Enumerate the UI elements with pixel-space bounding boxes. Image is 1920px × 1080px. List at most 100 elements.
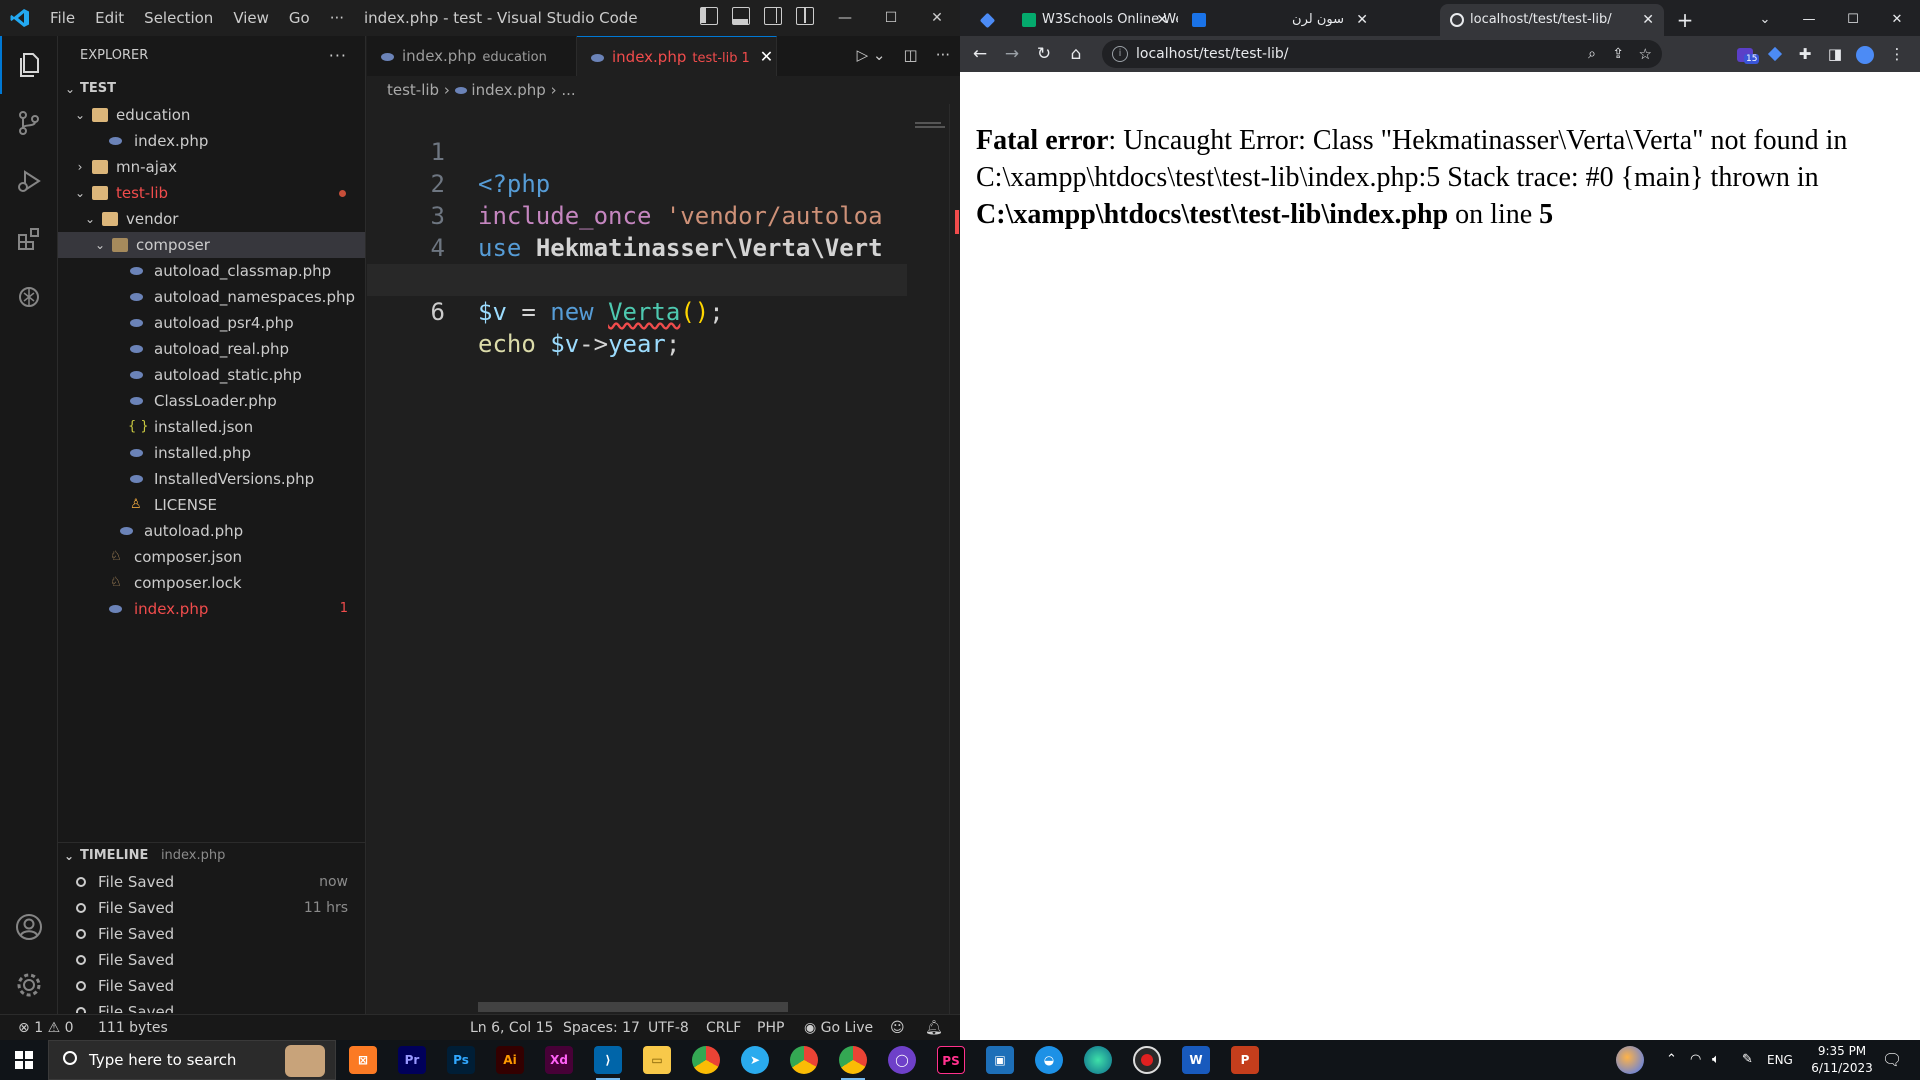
minimize-icon[interactable]: — [1794,4,1824,36]
close-tab-icon[interactable]: ✕ [1642,4,1654,36]
editor-more-icon[interactable]: ··· [936,46,950,64]
notification-center-icon[interactable]: 🗨︎ [1882,1040,1902,1080]
tree-file[interactable]: ♘ composer.lock [58,570,365,596]
chrome-menu-icon[interactable]: ⋮ [1882,36,1912,72]
tree-file-education-index[interactable]: index.php [58,128,365,154]
menu-view[interactable]: View [223,0,279,36]
pinned-tab[interactable] [968,4,1008,36]
tree-folder-mn-ajax[interactable]: › mn-ajax [58,154,365,180]
file-explorer-app-icon[interactable]: ▭ [643,1046,671,1074]
diamond-extension-icon[interactable] [1760,36,1790,72]
tree-file[interactable]: ♘ composer.json [58,544,365,570]
chrome-tab-localhost[interactable]: localhost/test/test-lib/ ✕ [1440,4,1664,36]
home-icon[interactable]: ⌂ [1060,36,1092,72]
xd-app-icon[interactable]: Xd [545,1046,573,1074]
language-mode[interactable]: PHP [757,1015,784,1040]
toggle-panel-icon[interactable] [732,7,750,25]
cursor-position[interactable]: Ln 6, Col 15 [470,1015,553,1040]
feedback-icon[interactable]: ☺ [890,1015,905,1040]
toggle-sidebar-icon[interactable] [700,7,718,25]
maximize-icon[interactable]: ☐ [1838,4,1868,36]
chatgpt-extension-icon[interactable] [0,268,58,326]
photoshop-app-icon[interactable]: Ps [447,1046,475,1074]
network-icon[interactable]: ◠ [1690,1040,1701,1080]
menu-file[interactable]: File [40,0,85,36]
volume-icon[interactable]: 🔈︎ [1712,1040,1720,1080]
menu-edit[interactable]: Edit [85,0,134,36]
forward-arrow-icon[interactable]: → [996,36,1028,72]
menu-more[interactable]: ··· [320,0,354,36]
phpstorm-app-icon[interactable]: PS [937,1046,965,1074]
tree-file[interactable]: InstalledVersions.php [58,466,365,492]
tree-file[interactable]: installed.php [58,440,365,466]
toggle-secondary-sidebar-icon[interactable] [764,7,782,25]
timeline-item[interactable]: File Saved [58,921,365,947]
minimize-icon[interactable]: — [822,0,868,36]
go-live-button[interactable]: ◉ Go Live [804,1015,873,1040]
close-tab-icon[interactable]: ✕ [760,47,773,66]
zoom-icon[interactable]: ⌕ [1588,40,1596,68]
tab-education-index[interactable]: index.php education [367,36,577,76]
illustrator-app-icon[interactable]: Ai [496,1046,524,1074]
close-window-icon[interactable]: ✕ [1882,4,1912,36]
weather-icon[interactable] [1616,1046,1644,1074]
breadcrumb-folder[interactable]: test-lib [387,81,439,99]
extensions-puzzle-icon[interactable]: ✚ [1790,36,1820,72]
pen-icon[interactable]: ✎ [1742,1040,1753,1080]
close-window-icon[interactable]: ✕ [914,0,960,36]
tree-file[interactable]: ♙ LICENSE [58,492,365,518]
tree-file[interactable]: autoload_static.php [58,362,365,388]
tree-file[interactable]: autoload_real.php [58,336,365,362]
split-editor-icon[interactable]: ◫ [904,46,918,64]
tree-file[interactable]: ClassLoader.php [58,388,365,414]
back-arrow-icon[interactable]: ← [964,36,996,72]
virtualbox-app-icon[interactable]: ▣ [986,1046,1014,1074]
timeline-item[interactable]: File Saved [58,947,365,973]
run-debug-icon[interactable] [0,152,58,210]
horizontal-scrollbar[interactable] [478,1002,788,1012]
profile-avatar[interactable] [1850,36,1880,72]
powerpoint-app-icon[interactable]: P [1231,1046,1259,1074]
chrome-app-icon[interactable] [692,1046,720,1074]
taskbar-search[interactable]: Type here to search [48,1040,336,1080]
explorer-more-icon[interactable]: ··· [329,36,347,76]
minimap[interactable] [907,104,960,1014]
code-editor[interactable]: 1 <?php 2 include_once 'vendor/autoloa 3… [367,104,907,358]
timeline-item[interactable]: File Saved [58,973,365,999]
site-info-icon[interactable]: i [1112,46,1128,62]
run-code-icon[interactable]: ▷ ⌄ [857,46,886,64]
settings-gear-icon[interactable] [0,956,58,1014]
tree-file[interactable]: autoload_namespaces.php [58,284,365,310]
chrome-active-app-icon[interactable] [839,1046,867,1080]
tree-folder-test-lib[interactable]: ⌄ test-lib [58,180,365,206]
workspace-root[interactable]: ⌄ TEST [58,76,365,102]
recorder-app-icon[interactable] [1133,1046,1161,1074]
close-tab-icon[interactable]: ✕ [1156,4,1168,36]
timeline-item[interactable]: File Saved now [58,869,365,895]
url-text[interactable]: localhost/test/test-lib/ [1136,40,1288,68]
notifications-bell-icon[interactable]: 🔔︎ [925,1015,943,1040]
menu-go[interactable]: Go [279,0,320,36]
github-app-icon[interactable]: ◯ [888,1046,916,1074]
menu-selection[interactable]: Selection [134,0,223,36]
explorer-icon[interactable] [0,36,58,94]
tree-file-test-lib-index[interactable]: index.php 1 [58,596,365,622]
indentation[interactable]: Spaces: 17 [563,1015,640,1040]
reload-icon[interactable]: ↻ [1028,36,1060,72]
tree-folder-composer[interactable]: ⌄ composer [58,232,365,258]
line-endings[interactable]: CRLF [706,1015,741,1040]
address-bar[interactable]: i localhost/test/test-lib/ ⌕ ⇪ ☆ [1102,40,1662,68]
breadcrumb-file[interactable]: index.php [471,81,545,99]
premiere-app-icon[interactable]: Pr [398,1046,426,1074]
edge-app-icon[interactable] [1084,1046,1112,1074]
vscode-app-icon[interactable]: ⟩ [594,1046,622,1080]
tree-file[interactable]: autoload_psr4.php [58,310,365,336]
extension-icon[interactable]: 15 [1730,36,1760,72]
breadcrumb-symbols[interactable]: ... [561,81,575,99]
accounts-icon[interactable] [0,898,58,956]
tab-test-lib-index[interactable]: index.php test-lib 1 ✕ [577,36,777,76]
timeline-item[interactable]: File Saved [58,999,365,1013]
source-control-icon[interactable] [0,94,58,152]
chrome-tab-w3schools[interactable]: W3Schools Online Web Tuto ✕ [1012,4,1178,36]
close-tab-icon[interactable]: ✕ [1356,4,1368,36]
